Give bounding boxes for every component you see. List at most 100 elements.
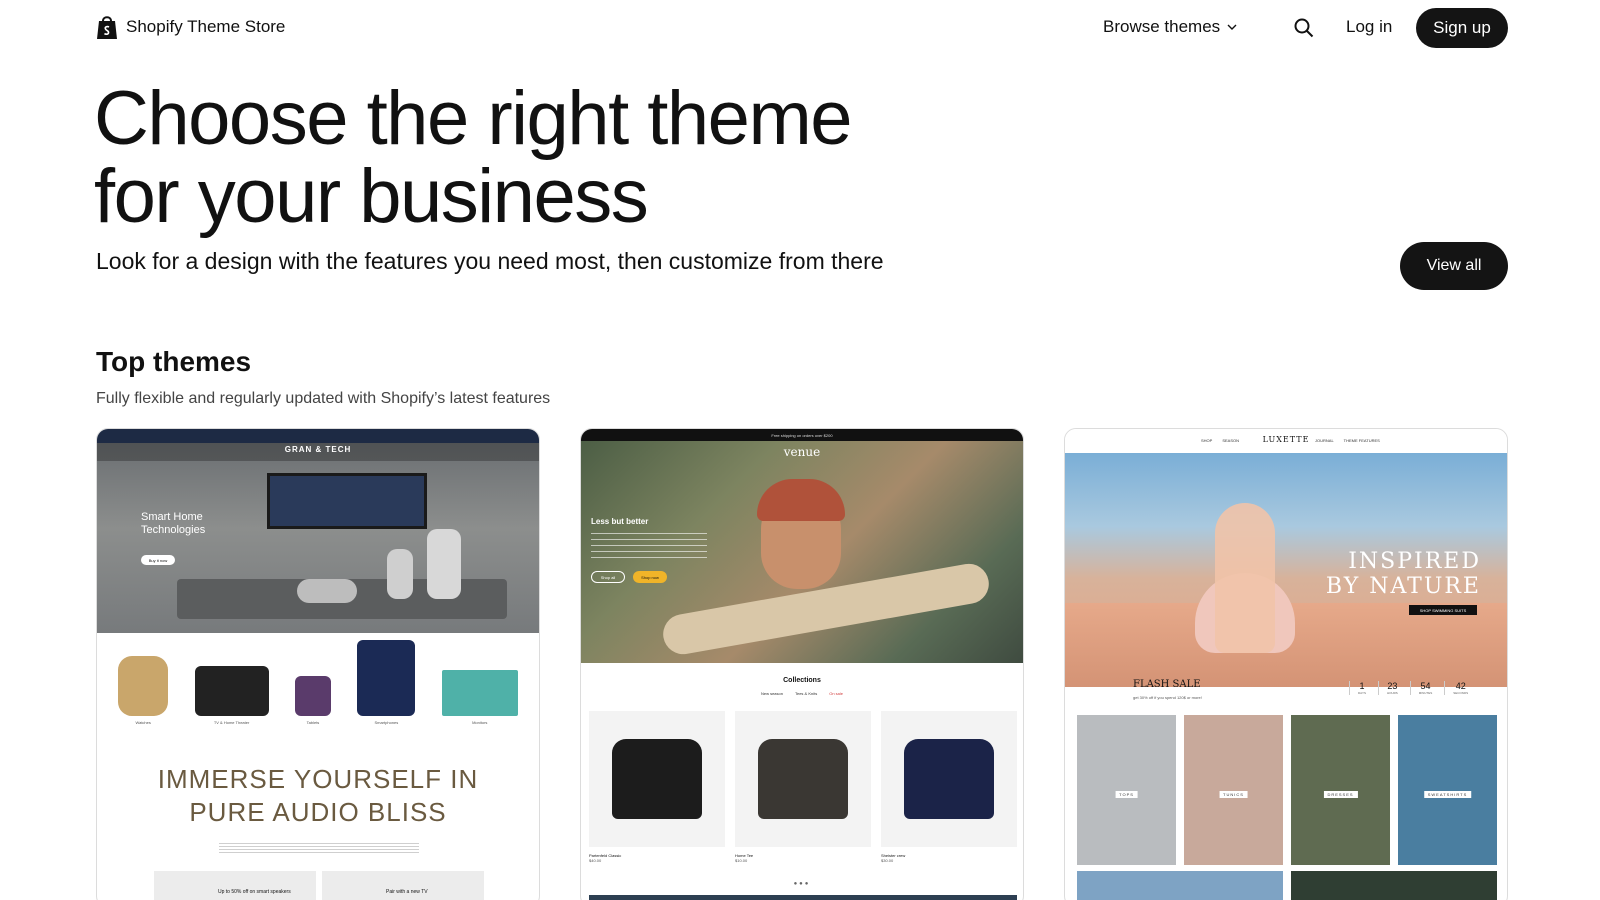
promo-text	[219, 843, 419, 853]
smartphone-image	[357, 640, 416, 716]
promo-banner: Pair with a new TV	[322, 871, 484, 900]
shop-now-button: Shop now	[633, 571, 667, 583]
theme-preview-brand: venue	[783, 445, 821, 459]
product-card: Partenfeld Classic $40.00	[589, 711, 725, 863]
nav-link: JOURNAL	[1315, 438, 1334, 443]
tshirt-image	[758, 739, 848, 819]
product-card: Sheister crew $30.00	[881, 711, 1017, 863]
next-section-image	[589, 895, 1017, 900]
product-image	[881, 711, 1017, 847]
watch-image	[118, 656, 169, 716]
collections-title: Collections	[783, 677, 821, 684]
view-all-button[interactable]: View all	[1400, 242, 1508, 290]
signup-button[interactable]: Sign up	[1416, 8, 1508, 48]
nav-link: THEME FEATURES	[1343, 438, 1380, 443]
collection-tabs: New season Tees & Knits On sale	[581, 691, 1023, 696]
site-header: Shopify Theme Store Browse themes Log in…	[0, 0, 1600, 56]
logo-text: Shopify Theme Store	[126, 17, 286, 36]
next-section-image	[1077, 871, 1283, 900]
page-subtitle: Look for a design with the features you …	[96, 248, 884, 274]
monitor-image	[441, 670, 518, 716]
category-card: DRESSES	[1291, 715, 1390, 865]
theme-card-tech[interactable]: GRAN & TECH Smart Home Technologies Buy …	[96, 428, 540, 900]
browse-themes-label: Browse themes	[1103, 17, 1221, 36]
category-label: TOPS	[1115, 791, 1138, 798]
product-item: Monitors	[441, 670, 518, 725]
product-price: $10.00	[735, 858, 748, 863]
hero-headline-line2: BY NATURE	[1325, 574, 1481, 599]
category-card: SWEATSHIRTS	[1398, 715, 1497, 865]
speaker-image	[387, 549, 413, 599]
section-title: Top themes	[96, 346, 252, 377]
section-subtitle: Fully flexible and regularly updated wit…	[96, 390, 551, 407]
page-title-line2: for your business	[94, 154, 649, 239]
product-grid: Partenfeld Classic $40.00 Home Tee $10.0…	[589, 711, 1017, 863]
timer-seconds: 42 SECONDS	[1444, 681, 1468, 695]
flash-sale-subtitle: get 30% off if you spend 120$ or more!	[1133, 695, 1202, 700]
theme-preview-button: Buy it now	[141, 555, 175, 565]
page-title-line1: Choose the right theme	[94, 76, 853, 161]
timer-label: HOURS	[1386, 691, 1398, 695]
product-item: Smartphones	[357, 640, 416, 725]
promo-banner: Up to 50% off on smart speakers	[154, 871, 316, 900]
promo-headline: IMMERSE YOURSELF IN PURE AUDIO BLISS	[97, 763, 539, 829]
tablet-image	[294, 676, 331, 716]
theme-preview-nav: SHOP SEASON LUXETTE JOURNAL THEME FEATUR…	[1065, 429, 1507, 453]
category-label: SWEATSHIRTS	[1423, 791, 1472, 798]
speaker-image	[427, 529, 461, 599]
timer-label: SECONDS	[1453, 691, 1469, 695]
carousel-dots: ●●●	[793, 881, 811, 887]
timer-value: 1	[1359, 681, 1365, 691]
tab-on-sale: On sale	[829, 691, 844, 696]
tab-new-season: New season	[760, 691, 783, 696]
search-icon[interactable]	[1293, 17, 1315, 39]
category-grid: TOPS TUNICS DRESSES SWEATSHIRTS	[1077, 715, 1497, 865]
category-card: TUNICS	[1184, 715, 1283, 865]
person-image	[1215, 503, 1275, 653]
hero-title-line1: Smart Home	[141, 511, 203, 523]
theme-preview-hero-title: Less but better	[591, 517, 649, 526]
browse-themes-menu[interactable]: Browse themes	[1103, 17, 1238, 37]
timer-label: DAYS	[1358, 691, 1366, 695]
category-label: TUNICS	[1219, 791, 1248, 798]
product-item: Watches	[118, 656, 169, 725]
login-link[interactable]: Log in	[1346, 17, 1392, 37]
category-label: DRESSES	[1323, 791, 1358, 798]
theme-card-luxette[interactable]: SHOP SEASON LUXETTE JOURNAL THEME FEATUR…	[1064, 428, 1508, 900]
timer-value: 42	[1455, 681, 1466, 691]
sweater-image	[904, 739, 994, 819]
tv-box-image	[194, 666, 269, 716]
product-label: Tablets	[306, 720, 320, 725]
next-section-image	[1291, 871, 1497, 900]
hero-headline: INSPIRED BY NATURE	[1326, 549, 1481, 599]
theme-preview-hero-title: Smart Home Technologies	[141, 511, 205, 537]
tv-image	[267, 473, 427, 529]
product-item: TV & Home Theater	[194, 666, 269, 725]
logo-link[interactable]: Shopify Theme Store	[96, 14, 285, 40]
timer-minutes: 54 MINUTES	[1409, 681, 1433, 695]
product-image	[589, 711, 725, 847]
product-label: Monitors	[472, 720, 488, 725]
tab-tees-knits: Tees & Knits	[794, 691, 818, 696]
chevron-down-icon	[1227, 24, 1237, 30]
hero-text	[591, 533, 707, 563]
timer-label: MINUTES	[1418, 691, 1433, 695]
timer-hours: 23 HOURS	[1377, 681, 1398, 695]
category-card: TOPS	[1077, 715, 1176, 865]
product-price: $30.00	[881, 858, 894, 863]
product-label: TV & Home Theater	[213, 720, 250, 725]
countdown-timer: 1 DAYS 23 HOURS 54 MINUTES 42 SECONDS	[1349, 681, 1468, 695]
hero-button: SHOP SWIMMING SUITS	[1409, 605, 1477, 615]
timer-value: 23	[1387, 681, 1398, 691]
timer-days: 1 DAYS	[1349, 681, 1366, 695]
timer-value: 54	[1420, 681, 1431, 691]
product-label: Smartphones	[374, 720, 399, 725]
product-label: Watches	[135, 720, 151, 725]
hero-title-line2: Technologies	[141, 524, 206, 536]
theme-preview-brand: LUXETTE	[1262, 435, 1310, 444]
theme-card-venue[interactable]: Free shipping on orders over $200 venue …	[580, 428, 1024, 900]
flash-sale-title: FLASH SALE	[1133, 679, 1201, 690]
promo-headline-line1: IMMERSE YOURSELF IN	[157, 764, 479, 794]
theme-preview-brand: GRAN & TECH	[284, 445, 352, 454]
promo-headline-line2: PURE AUDIO BLISS	[189, 797, 447, 827]
